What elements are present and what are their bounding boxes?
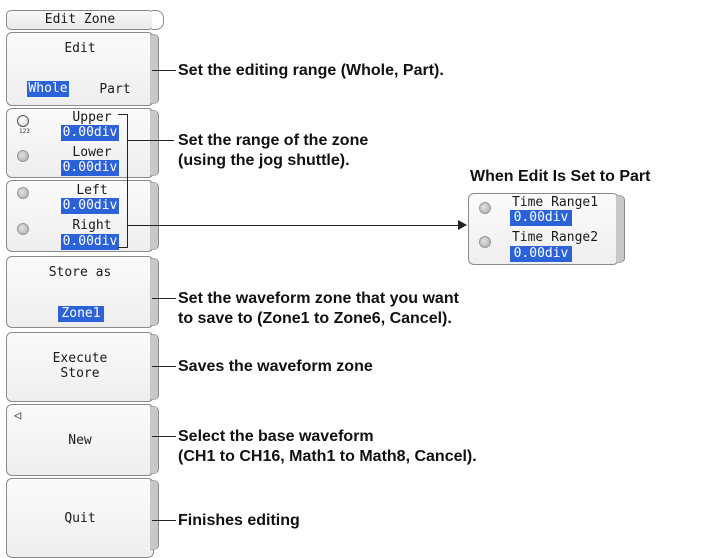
annotation-range-line1: Set the range of the zone: [178, 132, 369, 149]
left-value[interactable]: 0.00div: [61, 198, 119, 214]
annotation-new-line2: (CH1 to CH16, Math1 to Math8, Cancel).: [178, 448, 477, 465]
store-leader-line: [152, 298, 176, 299]
left-right-edge: [150, 182, 159, 250]
annotation-execute: Saves the waveform zone: [178, 358, 373, 375]
left-label: Left: [76, 183, 108, 198]
new-label: New: [68, 433, 92, 448]
edit-option-part[interactable]: Part: [95, 82, 135, 97]
execute-store-button[interactable]: Execute Store: [6, 332, 154, 402]
quit-button[interactable]: Quit: [6, 478, 154, 558]
left-right-button[interactable]: Left 0.00div Right 0.00div: [6, 180, 154, 252]
edit-label: Edit: [64, 41, 96, 56]
submenu-arrow-icon: ◁: [14, 408, 22, 422]
new-button-edge: [150, 406, 159, 474]
annotation-quit: Finishes editing: [178, 512, 300, 529]
time-range-button[interactable]: Time Range1 0.00div Time Range2 0.00div: [468, 193, 619, 265]
quit-button-edge: [150, 480, 159, 550]
store-as-edge: [150, 258, 159, 326]
execute-leader-line: [152, 366, 176, 367]
edit-button[interactable]: Edit Whole Part: [6, 32, 154, 106]
store-label: Store: [60, 366, 100, 381]
store-as-value[interactable]: Zone1: [58, 306, 104, 322]
jog-shuttle-icon: [17, 115, 29, 127]
edit-button-edge: [150, 34, 159, 104]
execute-label: Execute: [52, 351, 108, 366]
time-range-edge: [616, 195, 625, 263]
annotation-range-line2: (using the jog shuttle).: [178, 152, 350, 169]
range-leader-line: [128, 140, 174, 141]
annotation-store-line2: to save to (Zone1 to Zone6, Cancel).: [178, 310, 452, 327]
upper-lower-edge: [150, 110, 159, 176]
jog-shuttle-icon: [17, 150, 29, 162]
time-range2-value[interactable]: 0.00div: [510, 246, 572, 262]
annotation-edit: Set the editing range (Whole, Part).: [178, 62, 444, 79]
range-bracket: [118, 114, 128, 248]
edit-leader-line: [152, 70, 176, 71]
edit-option-whole[interactable]: Whole: [27, 81, 69, 97]
lower-value[interactable]: 0.00div: [61, 160, 119, 176]
annotation-new-line1: Select the base waveform: [178, 428, 374, 445]
store-as-label: Store as: [48, 265, 112, 280]
arrow-head-icon: [458, 220, 467, 230]
time-range1-value[interactable]: 0.00div: [510, 210, 572, 226]
jog-shuttle-icon: [479, 202, 491, 214]
menu-title-cap: [152, 10, 164, 30]
lower-label: Lower: [72, 145, 112, 160]
right-label: Right: [72, 218, 112, 233]
annotation-store-line1: Set the waveform zone that you want: [178, 290, 459, 307]
part-arrow-line: [128, 225, 460, 226]
new-button[interactable]: ◁ New: [6, 404, 154, 476]
quit-label: Quit: [64, 511, 96, 526]
jog-shuttle-icon: [17, 223, 29, 235]
quit-leader-line: [152, 520, 176, 521]
time-range1-label: Time Range1: [511, 195, 599, 210]
menu-title: Edit Zone: [6, 10, 154, 30]
right-value[interactable]: 0.00div: [61, 234, 119, 250]
upper-label: Upper: [72, 110, 112, 125]
store-as-button[interactable]: Store as Zone1: [6, 256, 154, 328]
execute-store-edge: [150, 334, 159, 400]
jog-badge: 123: [19, 128, 30, 135]
part-panel-heading: When Edit Is Set to Part: [470, 168, 651, 185]
time-range2-label: Time Range2: [511, 230, 599, 245]
upper-lower-button[interactable]: 123 Upper 0.00div Lower 0.00div: [6, 108, 154, 178]
jog-shuttle-icon: [479, 236, 491, 248]
jog-shuttle-icon: [17, 187, 29, 199]
upper-value[interactable]: 0.00div: [61, 125, 119, 141]
new-leader-line: [152, 436, 176, 437]
